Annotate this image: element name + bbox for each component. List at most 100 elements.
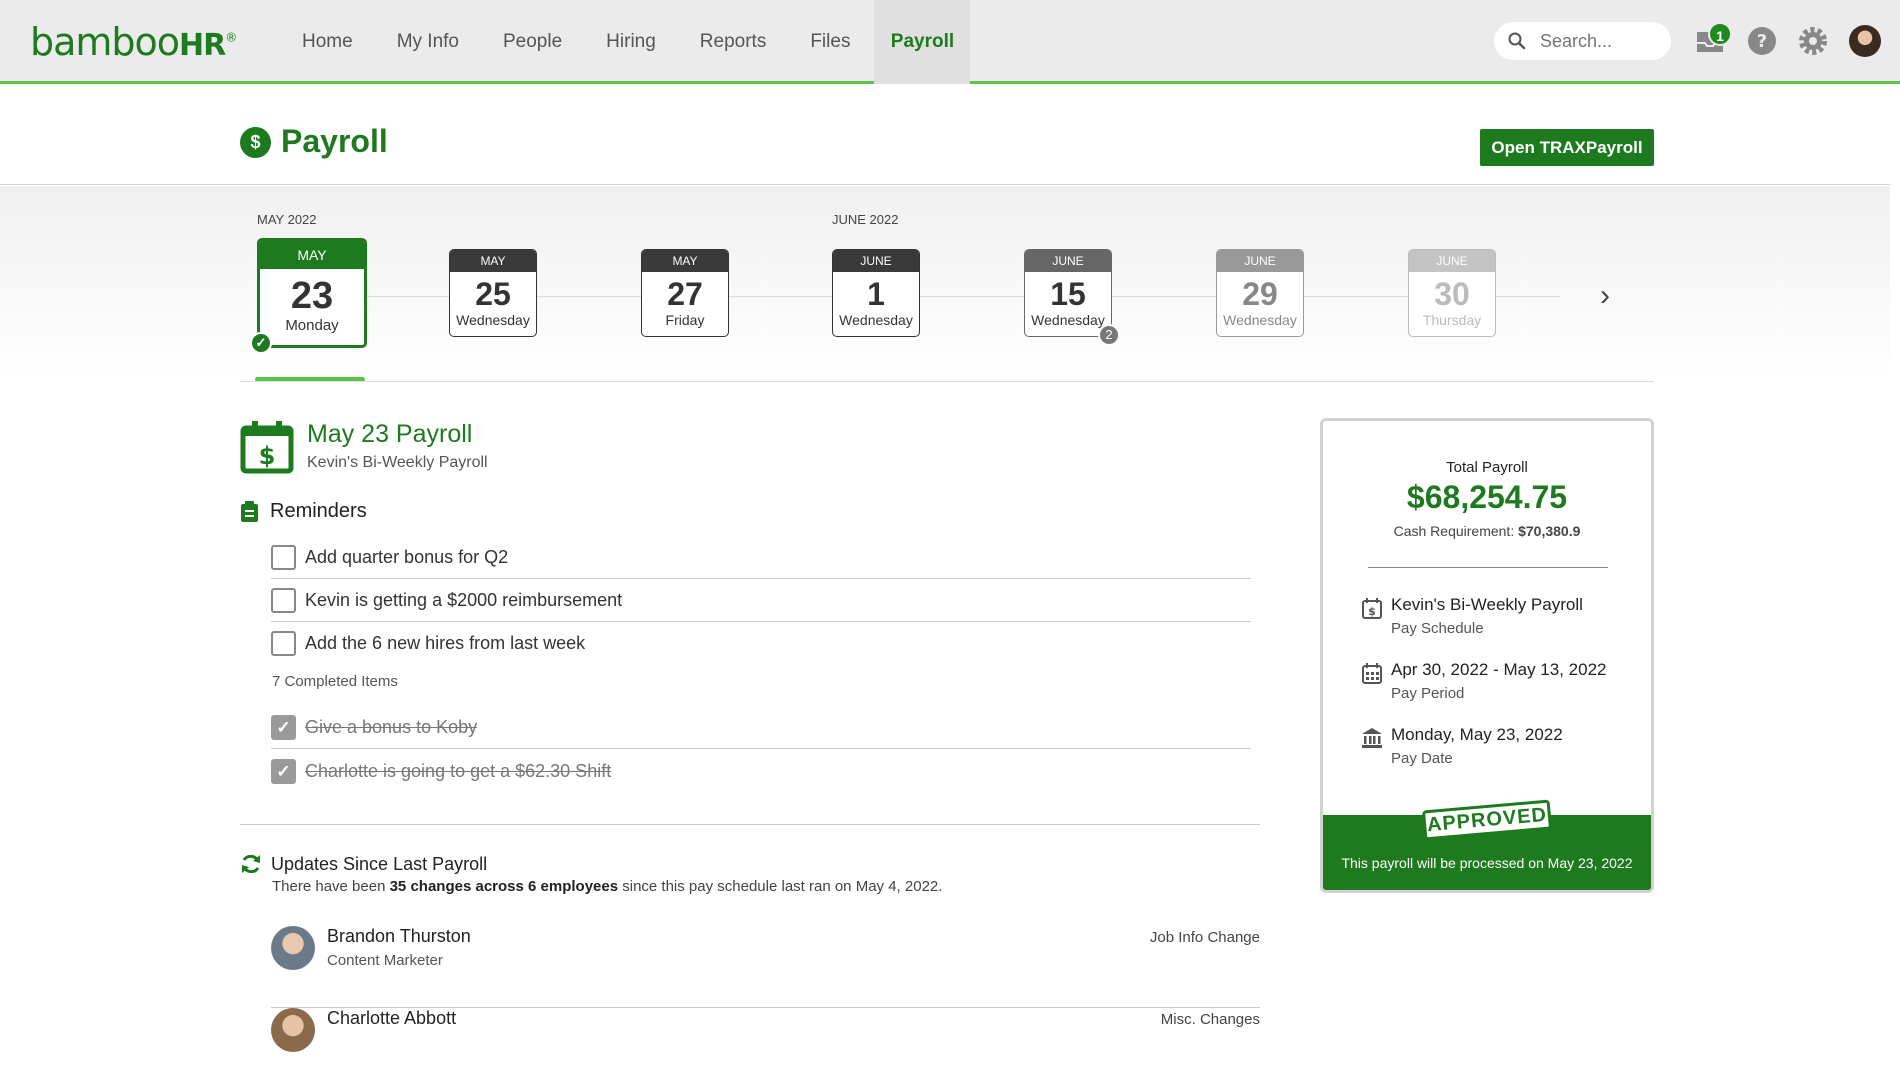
completed-items-toggle[interactable]: 7 Completed Items [272,673,398,690]
search-icon [1508,32,1526,50]
date-may-25[interactable]: MAY 25 Wednesday [449,249,537,337]
reminder-item[interactable]: Add the 6 new hires from last week [271,622,1251,664]
help-icon[interactable]: ? [1745,24,1779,58]
date-day: 23 [290,275,334,317]
date-weekday: Wednesday [1031,312,1105,328]
open-traxpayroll-button[interactable]: Open TRAXPayroll [1480,129,1654,166]
reminder-checkbox[interactable] [271,588,296,613]
page-header: $ Payroll Open TRAXPayroll [0,87,1890,185]
reminder-text: Kevin is getting a $2000 reimbursement [305,590,623,610]
reminder-checkbox[interactable] [271,630,296,656]
search-box[interactable] [1494,22,1671,60]
date-count-badge: 2 [1098,324,1120,346]
cash-requirement: Cash Requirement: $70,380.9 [1323,523,1651,539]
date-month: MAY [450,250,536,272]
pay-schedule-value: Kevin's Bi-Weekly Payroll [1391,595,1583,614]
bamboohr-logo[interactable]: bambooHR® [30,20,237,64]
date-may-27[interactable]: MAY 27 Friday [641,249,729,337]
date-day: 25 [475,276,511,312]
completed-text: Give a bonus to Koby [305,717,478,737]
month-label-may: MAY 2022 [257,212,317,227]
date-may-23[interactable]: MAY 23 Monday [257,238,367,348]
card-divider [1368,567,1608,568]
month-label-june: JUNE 2022 [832,212,899,227]
cash-requirement-value: $70,380.9 [1518,523,1581,539]
calendar-dollar-icon: $ [1362,598,1382,619]
date-month: MAY [260,241,364,269]
date-june-29[interactable]: JUNE 29 Wednesday [1216,249,1304,337]
completed-checkbox[interactable]: ✓ [271,715,296,740]
nav-payroll[interactable]: Payroll [874,0,971,84]
date-day: 27 [667,276,703,312]
nav-people[interactable]: People [481,0,584,84]
date-month: JUNE [833,250,919,272]
search-input[interactable] [1540,30,1660,52]
reminder-checkbox[interactable] [271,545,296,570]
user-avatar[interactable] [1849,25,1881,57]
dollar-icon: $ [240,127,271,158]
page-title: Payroll [281,123,388,159]
nav-files[interactable]: Files [788,0,872,84]
updates-summary-count: 35 changes across 6 employees [389,878,619,895]
nav-my-info[interactable]: My Info [375,0,481,84]
refresh-icon [242,854,260,874]
svg-text:$: $ [259,442,276,470]
pay-period-value: Apr 30, 2022 - May 13, 2022 [1391,660,1607,679]
updates-summary-post: since this pay schedule last ran on May … [618,878,943,895]
date-month: JUNE [1409,250,1495,272]
date-june-15[interactable]: JUNE 15 Wednesday [1024,249,1112,337]
date-day: 15 [1050,276,1086,312]
notification-badge: 1 [1708,22,1732,46]
pay-period-label: Pay Period [1391,685,1465,702]
payroll-title: May 23 Payroll [307,420,473,448]
logo-main: bamboo [30,20,180,64]
change-type: Job Info Change [1149,929,1260,946]
main-nav: Home My Info People Hiring Reports Files… [280,0,971,84]
calendar-icon [1362,663,1382,684]
date-june-30[interactable]: JUNE 30 Thursday [1408,249,1496,337]
date-weekday: Wednesday [839,312,913,328]
date-june-1[interactable]: JUNE 1 Wednesday [832,249,920,337]
updates-summary: There have been 35 changes across 6 empl… [272,878,942,895]
chevron-right-icon[interactable]: › [1600,279,1610,313]
reminder-item[interactable]: Add quarter bonus for Q2 [271,537,1251,579]
payroll-subtitle: Kevin's Bi-Weekly Payroll [307,454,488,471]
date-day: 30 [1434,276,1470,312]
nav-hiring[interactable]: Hiring [584,0,678,84]
processing-note: This payroll will be processed on May 23… [1341,855,1633,871]
logo-registered: ® [225,30,237,45]
date-weekday: Monday [285,317,339,334]
date-day: 29 [1242,276,1278,312]
nav-home[interactable]: Home [280,0,375,84]
nav-reports[interactable]: Reports [678,0,789,84]
total-payroll-value: $68,254.75 [1406,479,1568,515]
completed-item[interactable]: ✓ Charlotte is going to get a $62.30 Shi… [271,750,1251,792]
employee-name: Charlotte Abbott [327,1008,457,1028]
completed-text: Charlotte is going to get a $62.30 Shift [305,760,612,781]
date-month: JUNE [1025,250,1111,272]
payroll-timeline: MAY 2022 JUNE 2022 MAY 23 Monday ✓ MAY 2… [0,186,1890,382]
updates-title: Updates Since Last Payroll [271,854,488,874]
completed-item[interactable]: ✓ Give a bonus to Koby [271,707,1251,749]
section-divider [240,824,1260,825]
gear-icon[interactable] [1796,24,1830,58]
date-day: 1 [867,276,885,312]
approved-check-icon: ✓ [250,332,272,354]
employee-role: Content Marketer [327,952,443,969]
employee-update-row[interactable]: Charlotte Abbott Misc. Changes [271,1008,1260,1090]
employee-name: Brandon Thurston [327,926,471,946]
payroll-summary-card: Total Payroll $68,254.75 Cash Requiremen… [1320,418,1654,893]
reminder-item[interactable]: Kevin is getting a $2000 reimbursement [271,580,1251,622]
timeline-divider [240,381,1654,382]
avatar [271,1008,315,1052]
date-month: JUNE [1217,250,1303,272]
employee-update-row[interactable]: Brandon Thurston Content Marketer Job In… [271,926,1260,1008]
reminder-text: Add the 6 new hires from last week [305,632,586,653]
reminders-title: Reminders [270,500,367,522]
svg-text:?: ? [1757,31,1767,52]
date-weekday: Wednesday [1223,312,1297,328]
date-weekday: Wednesday [456,312,530,328]
completed-checkbox[interactable]: ✓ [271,758,296,784]
logo-hr: HR [179,28,226,63]
reminder-text: Add quarter bonus for Q2 [305,547,509,567]
